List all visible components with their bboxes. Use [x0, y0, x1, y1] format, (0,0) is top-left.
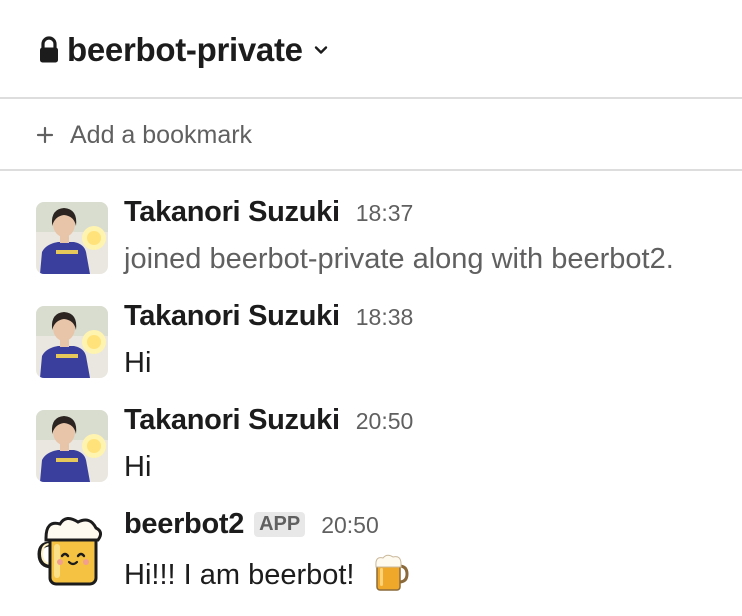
channel-name: beerbot-private [67, 31, 303, 68]
message-timestamp[interactable]: 18:38 [356, 304, 414, 331]
sender-name[interactable]: beerbot2 [124, 508, 244, 541]
message-text: Hi [124, 451, 152, 483]
sender-name[interactable]: Takanori Suzuki [124, 300, 340, 333]
user-photo-avatar[interactable] [36, 306, 108, 378]
user-photo-avatar[interactable] [36, 410, 108, 482]
message-meta: Takanori Suzuki 18:37 [124, 196, 413, 229]
message-text: joined beerbot-private along with beerbo… [124, 243, 674, 275]
channel-title-button[interactable]: beerbot-private [38, 28, 329, 72]
sender-name[interactable]: Takanori Suzuki [124, 196, 340, 229]
channel-header: beerbot-private [0, 0, 742, 99]
message-timestamp[interactable]: 20:50 [356, 408, 414, 435]
user-photo-avatar[interactable] [36, 202, 108, 274]
add-bookmark-button[interactable]: Add a bookmark [36, 119, 252, 151]
message-item: beerbot2 APP 20:50 Hi!!! I am beerbot! [0, 508, 742, 610]
lock-icon [38, 35, 60, 65]
message-meta: Takanori Suzuki 20:50 [124, 404, 413, 437]
bookmark-bar: Add a bookmark [0, 99, 742, 171]
beer-mug-icon [371, 552, 411, 592]
beer-mug-avatar[interactable] [36, 514, 108, 586]
message-item: Takanori Suzuki 18:37 joined beerbot-pri… [0, 196, 742, 298]
message-body: Hi!!! I am beerbot! [124, 552, 411, 594]
sender-name[interactable]: Takanori Suzuki [124, 404, 340, 437]
chevron-down-icon [313, 42, 329, 58]
message-text: Hi [124, 347, 152, 379]
message-meta: beerbot2 APP 20:50 [124, 508, 379, 541]
message-item: Takanori Suzuki 20:50 Hi [0, 404, 742, 506]
add-bookmark-label: Add a bookmark [70, 121, 253, 149]
plus-icon [36, 126, 54, 144]
message-meta: Takanori Suzuki 18:38 [124, 300, 413, 333]
message-text: Hi!!! I am beerbot! [124, 559, 355, 591]
message-timestamp[interactable]: 18:37 [356, 200, 414, 227]
message-timestamp[interactable]: 20:50 [321, 512, 379, 539]
message-item: Takanori Suzuki 18:38 Hi [0, 300, 742, 402]
app-badge: APP [254, 512, 306, 537]
